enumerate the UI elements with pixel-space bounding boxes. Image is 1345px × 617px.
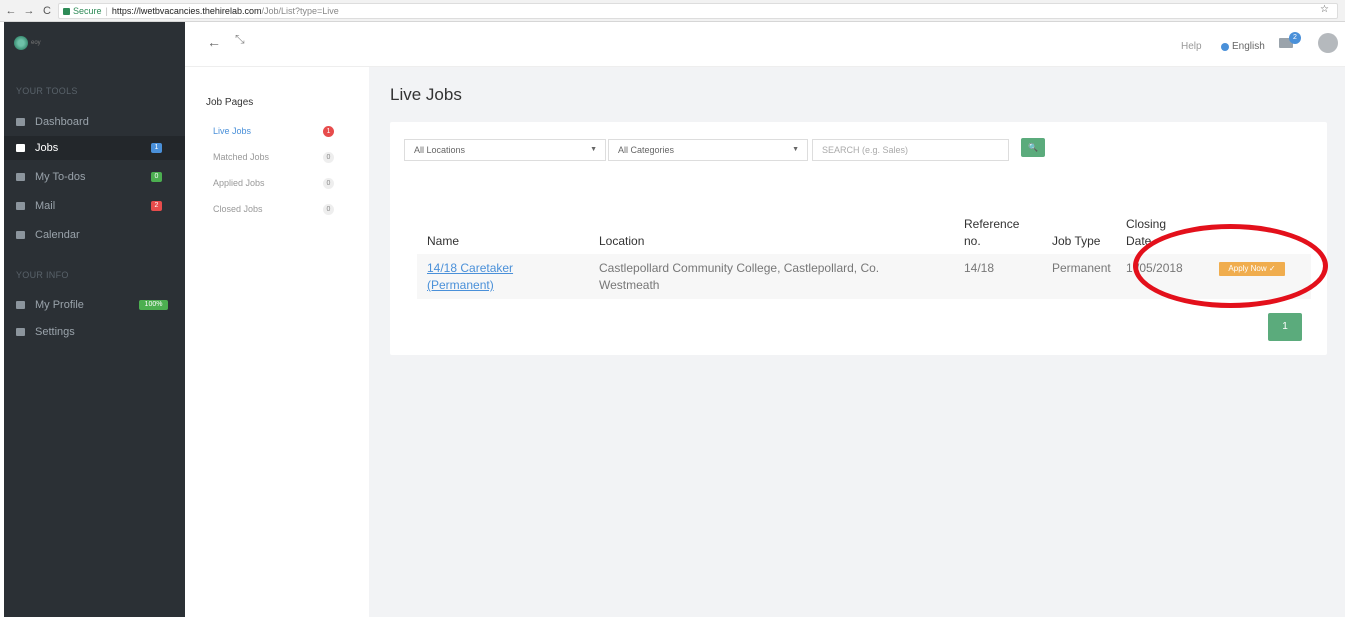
checkbox-icon [16, 173, 25, 181]
search-input[interactable]: SEARCH (e.g. Sales) [812, 139, 1009, 161]
browser-forward-button[interactable]: → [22, 5, 36, 17]
url-path: /Job/List?type=Live [261, 6, 339, 16]
job-location: Castlepollard Community College, Castlep… [599, 260, 879, 294]
annotation-circle [1133, 224, 1328, 308]
globe-icon [1221, 42, 1229, 51]
job-pages-item-closed[interactable]: Closed Jobs [213, 204, 263, 214]
sidebar-item-label: Settings [35, 326, 75, 338]
job-pages-nav: Job Pages Live Jobs 1 Matched Jobs 0 App… [185, 67, 369, 617]
sidebar-item-jobs[interactable]: Jobs 1 [4, 136, 185, 160]
logo[interactable]: eoy [14, 36, 41, 50]
language-selector[interactable]: English [1221, 41, 1265, 52]
avatar[interactable] [1318, 33, 1338, 53]
profile-completion-badge: 100% [139, 300, 168, 310]
job-title-line1: 14/18 Caretaker [427, 261, 514, 275]
page-title: Live Jobs [390, 85, 462, 104]
user-icon [16, 301, 25, 309]
expand-icon[interactable]: ⤡ [235, 32, 245, 47]
sidebar-item-todos[interactable]: My To-dos 0 [4, 165, 185, 189]
todos-badge: 0 [151, 172, 162, 182]
url-host: https://lwetbvacancies.thehirelab.com [111, 6, 262, 16]
sidebar-item-label: Calendar [35, 229, 80, 241]
dashboard-icon [16, 118, 25, 126]
column-header-location[interactable]: Location [599, 233, 644, 250]
main-content: Live Jobs All Locations ▼ All Categories… [369, 67, 1345, 617]
sidebar-item-label: Jobs [35, 142, 59, 154]
job-pages-item-applied[interactable]: Applied Jobs [213, 178, 265, 188]
search-icon: 🔍 [1028, 143, 1038, 152]
mail-count-badge: 2 [1289, 32, 1301, 44]
mail-badge: 2 [151, 201, 162, 211]
category-filter-value: All Categories [618, 145, 675, 155]
logo-mark-icon [14, 36, 28, 50]
job-title-line2: (Permanent) [427, 278, 494, 292]
secure-label: Secure [73, 6, 102, 16]
back-arrow-icon[interactable]: ← [207, 34, 221, 50]
sidebar-item-my-profile[interactable]: My Profile 100% [4, 293, 185, 317]
jobs-badge: 1 [151, 143, 162, 153]
column-header-name[interactable]: Name [427, 233, 459, 250]
live-jobs-count: 1 [323, 126, 334, 137]
sidebar-item-mail[interactable]: Mail 2 [4, 194, 185, 218]
job-reference: 14/18 [964, 261, 995, 275]
lock-icon [63, 7, 70, 15]
browser-reload-button[interactable]: C [40, 5, 54, 17]
briefcase-icon [16, 144, 25, 152]
column-header-job-type[interactable]: Job Type [1052, 233, 1100, 250]
your-info-heading: YOUR INFO [16, 270, 69, 280]
browser-back-button[interactable]: ← [4, 5, 18, 17]
job-location-line2: Westmeath [599, 278, 660, 292]
sidebar-item-label: Mail [35, 200, 56, 212]
help-link[interactable]: Help [1181, 41, 1202, 52]
job-type: Permanent [1052, 261, 1111, 275]
address-bar[interactable]: Secure | https://lwetbvacancies.thehirel… [58, 3, 1338, 19]
closed-jobs-count: 0 [323, 204, 334, 215]
reference-header-line2: no. [964, 234, 981, 248]
bookmark-star-icon[interactable]: ☆ [1320, 4, 1329, 15]
location-filter[interactable]: All Locations ▼ [404, 139, 606, 161]
pagination-page-1[interactable]: 1 [1268, 313, 1302, 341]
job-title-link[interactable]: 14/18 Caretaker (Permanent) [427, 260, 513, 294]
envelope-icon [16, 202, 25, 210]
job-pages-item-matched[interactable]: Matched Jobs [213, 152, 269, 162]
sidebar-item-settings[interactable]: Settings [4, 320, 185, 344]
job-location-line1: Castlepollard Community College, Castlep… [599, 261, 880, 275]
url-separator: | [105, 6, 108, 16]
search-button[interactable]: 🔍 [1021, 138, 1045, 157]
calendar-icon [16, 231, 25, 239]
location-filter-value: All Locations [414, 145, 466, 155]
category-filter[interactable]: All Categories ▼ [608, 139, 808, 161]
search-placeholder: SEARCH (e.g. Sales) [822, 145, 909, 155]
sidebar-item-dashboard[interactable]: Dashboard [4, 110, 185, 134]
job-pages-title: Job Pages [206, 97, 254, 108]
chevron-down-icon: ▼ [590, 146, 597, 153]
matched-jobs-count: 0 [323, 152, 334, 163]
job-pages-item-live[interactable]: Live Jobs [213, 126, 251, 136]
sidebar-item-label: Dashboard [35, 116, 89, 128]
browser-toolbar: ← → C Secure | https://lwetbvacancies.th… [0, 0, 1345, 22]
sidebar-item-label: My Profile [35, 299, 84, 311]
top-header: ← ⤡ Help English 2 [185, 22, 1345, 67]
column-header-reference[interactable]: Reference no. [964, 216, 1019, 250]
applied-jobs-count: 0 [323, 178, 334, 189]
sidebar-item-calendar[interactable]: Calendar [4, 223, 185, 247]
reference-header-line1: Reference [964, 217, 1020, 231]
closing-header-line1: Closing [1126, 217, 1167, 231]
logo-text: eoy [31, 40, 41, 46]
sidebar: eoy YOUR TOOLS Dashboard Jobs 1 My To-do… [4, 22, 185, 617]
sidebar-item-label: My To-dos [35, 171, 86, 183]
chevron-down-icon: ▼ [792, 146, 799, 153]
your-tools-heading: YOUR TOOLS [16, 86, 78, 96]
language-label: English [1232, 41, 1265, 52]
gear-icon [16, 328, 25, 336]
